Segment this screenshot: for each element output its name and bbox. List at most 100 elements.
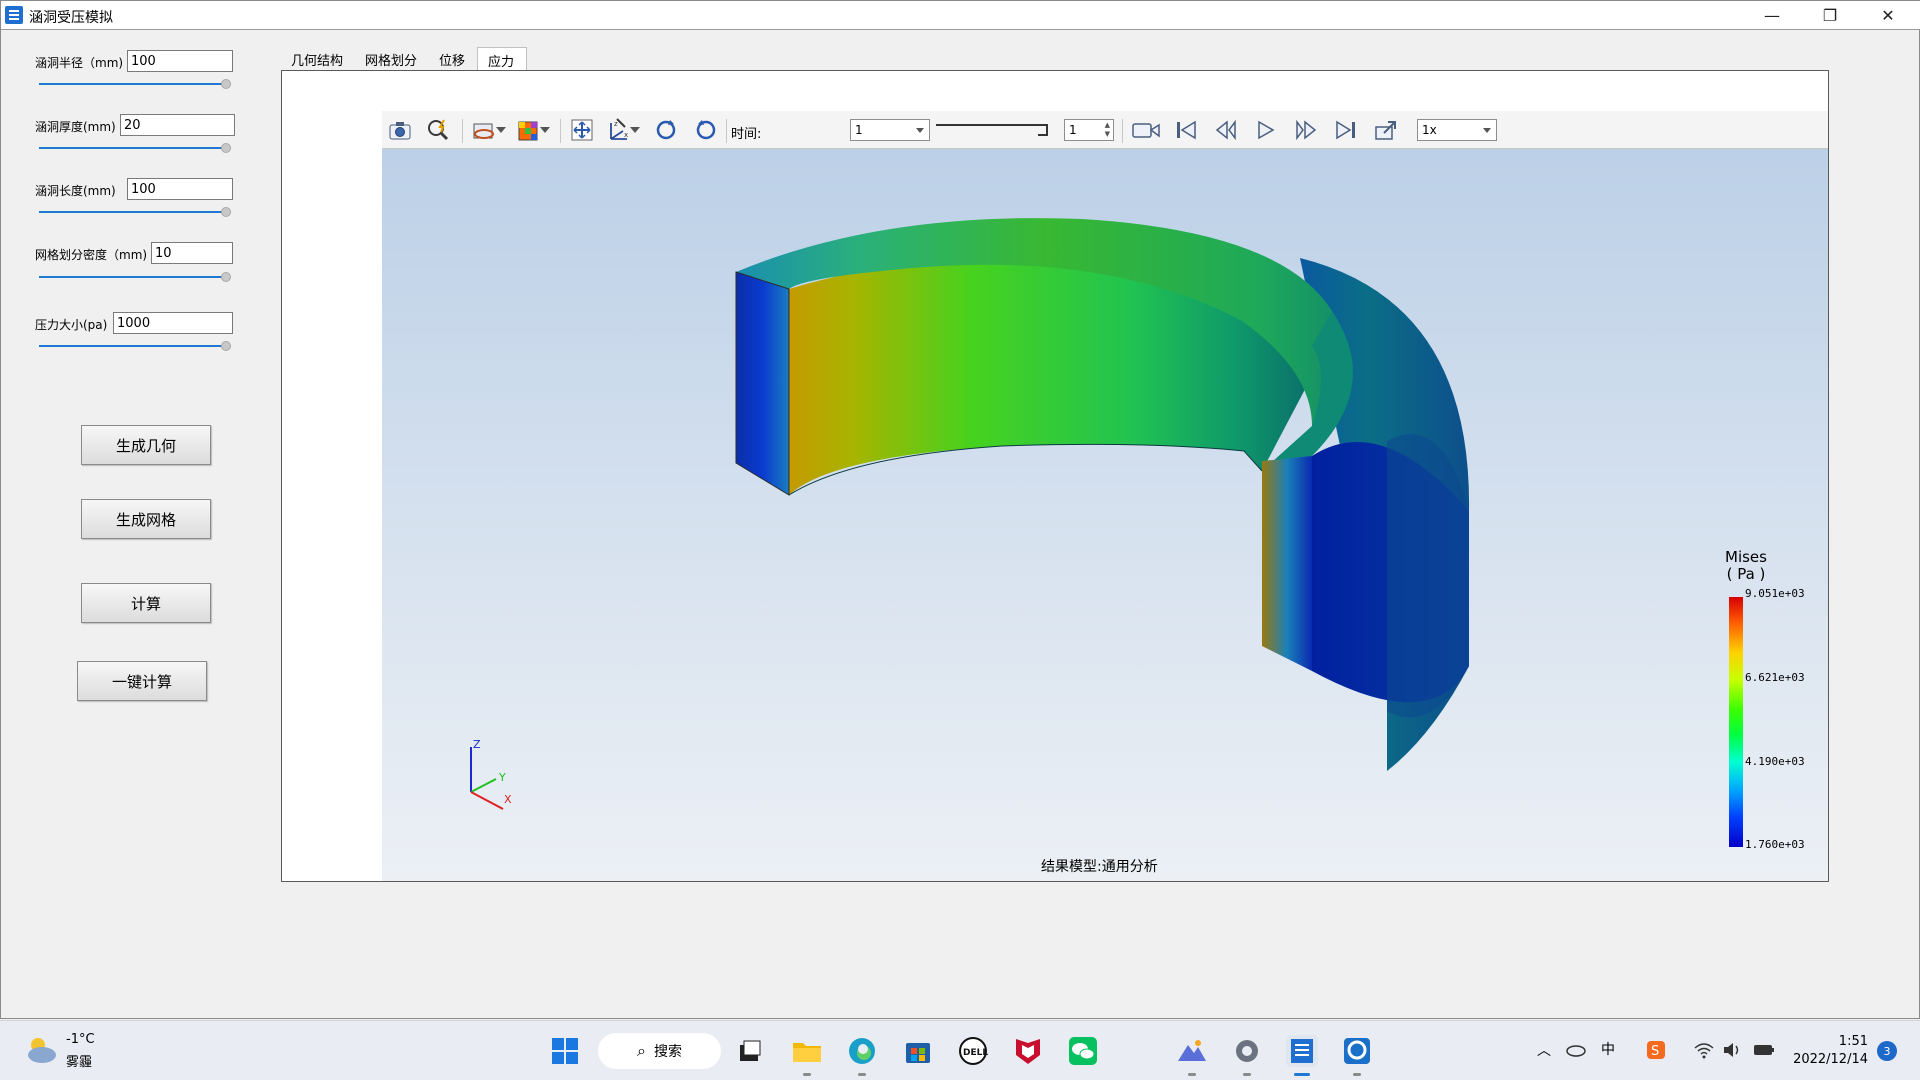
mesh-density-slider[interactable] [39, 271, 231, 283]
axes-triad: Z Y X [470, 738, 512, 810]
wifi-icon[interactable] [1693, 1041, 1715, 1059]
dell-icon[interactable]: DELL [957, 1035, 989, 1067]
weather-cloud-icon[interactable] [22, 1033, 60, 1067]
fit-view-icon[interactable] [568, 117, 596, 143]
param-label: 涵洞长度(mm) [35, 184, 116, 198]
ime-icon[interactable]: 中 [1601, 1039, 1615, 1059]
length-input[interactable] [127, 178, 233, 200]
next-frame-icon[interactable] [1292, 117, 1320, 143]
chevron-down-icon [916, 128, 924, 133]
volume-icon[interactable] [1722, 1041, 1744, 1059]
time-select[interactable]: 1 [850, 119, 930, 141]
time-slider[interactable] [936, 124, 1048, 136]
search-label: 搜索 [653, 1044, 682, 1060]
previous-frame-icon[interactable] [1212, 117, 1240, 143]
chevron-down-icon[interactable] [628, 117, 642, 143]
onedrive-cloud-icon[interactable] [1565, 1041, 1587, 1057]
minimize-button[interactable]: — [1743, 1, 1801, 30]
param-label: 涵洞半径（mm) [35, 56, 124, 70]
edge-browser-icon[interactable] [846, 1035, 878, 1067]
pressure-input[interactable] [113, 312, 233, 334]
pressure-slider[interactable] [39, 340, 231, 352]
chevron-down-icon [1483, 128, 1491, 133]
task-view-icon[interactable] [734, 1035, 766, 1067]
generate-geometry-button[interactable]: 生成几何 [81, 425, 211, 465]
legend-tick: 4.190e+03 [1745, 755, 1805, 768]
weather-temperature[interactable]: -1°C [66, 1032, 95, 1047]
title-bar[interactable]: 涵洞受压模拟 — ❐ ✕ [1, 1, 1920, 30]
tab-mesh[interactable]: 网格划分 [355, 47, 429, 71]
tab-displacement[interactable]: 位移 [429, 47, 477, 71]
record-video-icon[interactable] [1130, 117, 1162, 143]
tab-geometry[interactable]: 几何结构 [281, 47, 355, 71]
screenshot-camera-icon[interactable] [386, 117, 414, 143]
chevron-down-icon[interactable] [538, 117, 552, 143]
chevron-down-icon[interactable] [494, 117, 508, 143]
legend-quantity: Mises [1725, 548, 1767, 566]
svg-text:DELL: DELL [963, 1048, 988, 1058]
svg-text:z: z [614, 120, 618, 128]
slider-thumb[interactable] [221, 272, 231, 282]
slider-thumb[interactable] [221, 207, 231, 217]
sogou-icon[interactable]: S [1645, 1039, 1667, 1061]
file-explorer-icon[interactable] [791, 1035, 823, 1067]
slider-thumb[interactable] [221, 143, 231, 153]
system-clock[interactable]: 1:51 2022/12/14 [1793, 1033, 1868, 1069]
rotate-cw-icon[interactable] [652, 117, 680, 143]
slider-thumb[interactable] [221, 341, 231, 351]
store-icon[interactable] [902, 1035, 934, 1067]
svg-text:S: S [1651, 1044, 1659, 1059]
culvert-app-icon[interactable] [1286, 1035, 1318, 1067]
app-window: 涵洞受压模拟 — ❐ ✕ 涵洞半径（mm) 涵洞厚度(mm) 涵洞长度(mm) … [0, 0, 1920, 1019]
speed-select-value: 1x [1422, 123, 1437, 137]
notification-badge[interactable]: 3 [1877, 1041, 1897, 1061]
3d-viewport[interactable] [382, 111, 1828, 881]
clock-time: 1:51 [1838, 1034, 1868, 1049]
play-icon[interactable] [1252, 117, 1280, 143]
restore-button[interactable]: ❐ [1801, 1, 1859, 30]
param-label: 压力大小(pa) [35, 318, 108, 332]
radius-input[interactable] [127, 50, 233, 72]
speed-select[interactable]: 1x [1417, 119, 1497, 141]
axis-x-label: X [504, 793, 512, 806]
slider-thumb[interactable] [221, 79, 231, 89]
rotate-ccw-icon[interactable] [692, 117, 720, 143]
close-button[interactable]: ✕ [1859, 1, 1917, 30]
weather-description[interactable]: 雾霾 [66, 1051, 92, 1070]
color-scale-bar [1729, 597, 1743, 847]
thickness-input[interactable] [120, 114, 235, 136]
zoom-fit-icon[interactable] [424, 117, 452, 143]
simdroid-icon[interactable] [1341, 1035, 1373, 1067]
thickness-slider[interactable] [39, 142, 231, 154]
export-icon[interactable] [1372, 117, 1400, 143]
mcafee-icon[interactable] [1012, 1035, 1044, 1067]
taskbar: -1°C 雾霾 ⌕ 搜索 DELL ︿ 中 S 1:51 2022/12/14 … [0, 1020, 1920, 1080]
step-value: 1 [1069, 123, 1077, 137]
wechat-icon[interactable] [1067, 1035, 1099, 1067]
window-title: 涵洞受压模拟 [29, 10, 113, 26]
chevron-up-icon[interactable]: ︿ [1537, 1040, 1551, 1060]
radius-slider[interactable] [39, 78, 231, 90]
first-frame-icon[interactable] [1172, 117, 1200, 143]
tab-stress[interactable]: 应力 [477, 47, 528, 71]
photos-icon[interactable] [1176, 1035, 1208, 1067]
taskbar-search[interactable]: ⌕ 搜索 [598, 1033, 721, 1069]
result-model-label: 结果模型:通用分析 [1041, 859, 1158, 875]
viewer-toolbar: zx 时间: 1 1 ▲ ▼ 1x [382, 111, 1828, 149]
stress-model [735, 218, 1470, 771]
clock-date: 2022/12/14 [1793, 1052, 1868, 1067]
compute-button[interactable]: 计算 [81, 583, 211, 623]
step-spinbox[interactable]: 1 ▲ ▼ [1064, 119, 1114, 141]
legend-tick: 1.760e+03 [1745, 838, 1805, 851]
battery-icon[interactable] [1752, 1041, 1776, 1059]
mesh-density-input[interactable] [151, 242, 233, 264]
settings-gear-icon[interactable] [1231, 1035, 1263, 1067]
param-label: 网格划分密度（mm) [35, 248, 148, 262]
last-frame-icon[interactable] [1332, 117, 1360, 143]
one-click-compute-button[interactable]: 一键计算 [77, 661, 207, 701]
spin-arrows-icon[interactable]: ▲ ▼ [1105, 121, 1110, 139]
length-slider[interactable] [39, 206, 231, 218]
generate-mesh-button[interactable]: 生成网格 [81, 499, 211, 539]
legend-unit: ( Pa ) [1726, 565, 1766, 583]
start-windows-icon[interactable] [549, 1035, 581, 1067]
